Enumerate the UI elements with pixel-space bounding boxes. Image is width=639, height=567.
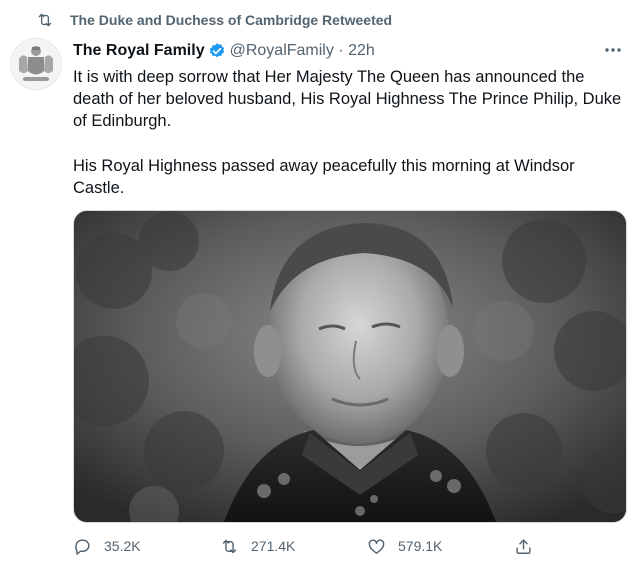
retweet-icon [38, 13, 52, 27]
retweet-button[interactable]: 271.4K [220, 537, 367, 556]
tweet-actions: 35.2K 271.4K 579.1K [73, 535, 633, 557]
author-name[interactable]: The Royal Family [73, 42, 205, 60]
share-button[interactable] [514, 537, 545, 556]
reply-icon [75, 538, 90, 555]
retweet-banner-label: The Duke and Duchess of Cambridge Retwee… [70, 12, 393, 28]
share-icon [516, 538, 531, 554]
reply-button[interactable]: 35.2K [73, 537, 220, 556]
verified-badge-icon [209, 43, 224, 58]
tweet-header: The Royal Family @RoyalFamily · 22h [73, 40, 623, 62]
avatar[interactable] [10, 38, 62, 90]
retweet-banner[interactable]: The Duke and Duchess of Cambridge Retwee… [36, 9, 392, 31]
meta-separator: · [333, 42, 349, 59]
like-count: 579.1K [398, 538, 443, 554]
black-and-white-portrait-photo [74, 211, 626, 522]
retweet-icon [222, 539, 237, 553]
author-handle[interactable]: @RoyalFamily [230, 42, 334, 60]
like-button[interactable]: 579.1K [367, 537, 514, 556]
tweet-media[interactable] [73, 210, 627, 523]
tweet-paragraph-2: His Royal Highness passed away peacefull… [73, 156, 575, 197]
reply-count: 35.2K [104, 538, 141, 554]
tweet-timestamp[interactable]: 22h [348, 42, 375, 60]
tweet-paragraph-1: It is with deep sorrow that Her Majesty … [73, 68, 622, 131]
royal-coat-of-arms-avatar [11, 39, 61, 89]
tweet-text: It is with deep sorrow that Her Majesty … [73, 66, 629, 199]
retweet-count: 271.4K [251, 538, 296, 554]
more-options-button[interactable] [601, 41, 625, 59]
more-icon [605, 48, 621, 52]
heart-icon [368, 538, 385, 554]
